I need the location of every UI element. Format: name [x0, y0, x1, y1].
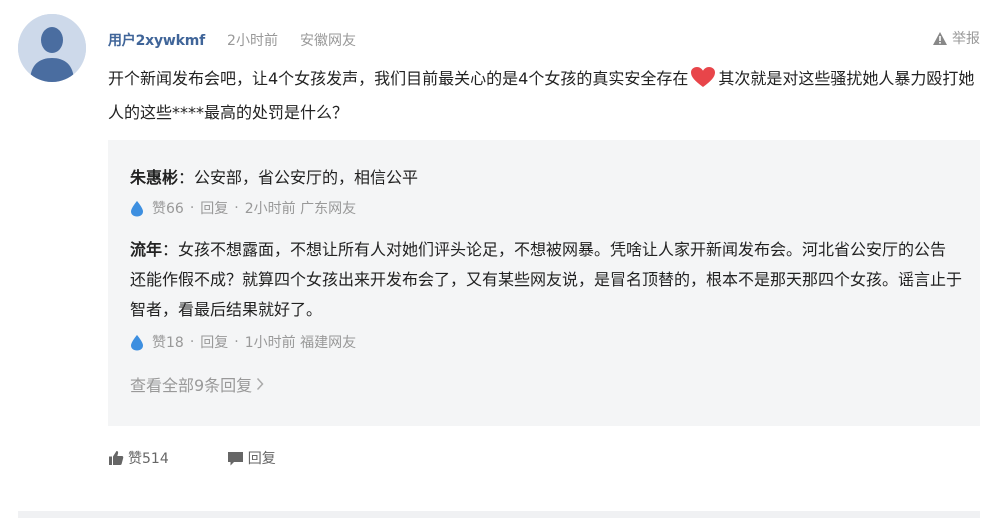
- heart-emoji-icon: [690, 66, 716, 98]
- reply-label: 回复: [247, 451, 276, 467]
- comment-card: 用户2xywkmf 2小时前 安徽网友 举报 开个新闻发布会吧，让4个女孩发声，…: [0, 0, 1000, 518]
- reply-meta: 赞18 · 回复 · 1小时前 福建网友: [130, 331, 962, 353]
- reply-button[interactable]: 回复: [227, 448, 276, 468]
- speech-bubble-icon: [227, 451, 243, 465]
- like-button[interactable]: 赞514: [108, 448, 169, 468]
- reply-content: 女孩不想露面，不想让所有人对她们评头论足，不想被网暴。凭啥让人家开新闻发布会。河…: [130, 240, 963, 319]
- reply-like-count: 赞18: [152, 335, 184, 351]
- comment-time: 2小时前: [227, 33, 278, 49]
- default-user-avatar-icon: [18, 14, 86, 82]
- report-label: 举报: [952, 31, 980, 47]
- warning-triangle-icon: [933, 31, 947, 45]
- reply-text: 朱惠彬：公安部，省公安厅的，相信公平: [130, 163, 962, 193]
- reply-author[interactable]: 朱惠彬: [130, 168, 178, 187]
- reply-reply-button[interactable]: 回复: [200, 332, 228, 352]
- chevron-right-icon: [257, 377, 264, 391]
- reply-author[interactable]: 流年: [130, 240, 162, 259]
- reply-item: 流年：女孩不想露面，不想让所有人对她们评头论足，不想被网暴。凭啥让人家开新闻发布…: [130, 235, 962, 353]
- reply-reply-button[interactable]: 回复: [200, 198, 228, 218]
- reply-like-button[interactable]: [130, 334, 144, 351]
- reply-meta: 赞66 · 回复 · 2小时前 广东网友: [130, 197, 962, 219]
- reply-time-location: 2小时前 广东网友: [244, 201, 357, 217]
- reply-text: 流年：女孩不想露面，不想让所有人对她们评头论足，不想被网暴。凭啥让人家开新闻发布…: [130, 235, 962, 325]
- username-link[interactable]: 用户2xywkmf: [108, 30, 205, 50]
- meta-dot: ·: [189, 334, 195, 350]
- view-all-replies-link[interactable]: 查看全部9条回复: [130, 372, 264, 396]
- thumbs-up-icon: [109, 451, 124, 465]
- meta-dot: ·: [234, 200, 239, 216]
- like-count: 赞514: [128, 451, 169, 467]
- comment-text-part1: 开个新闻发布会吧，让4个女孩发声，我们目前最关心的是4个女孩的真实安全存在: [108, 69, 689, 88]
- comment-body: 开个新闻发布会吧，让4个女孩发声，我们目前最关心的是4个女孩的真实安全存在 其次就…: [108, 64, 980, 128]
- reply-content: 公安部，省公安厅的，相信公平: [194, 168, 419, 187]
- water-drop-icon: [131, 200, 143, 216]
- replies-panel: 朱惠彬：公安部，省公安厅的，相信公平 赞66 · 回复 · 2小时前 广东网友 …: [108, 140, 980, 426]
- comment-actions: 赞514 回复: [108, 448, 276, 468]
- user-avatar[interactable]: [18, 14, 86, 82]
- report-button[interactable]: 举报: [932, 28, 980, 48]
- section-divider: [18, 511, 980, 518]
- comment-location: 安徽网友: [299, 33, 356, 49]
- reply-time-location: 1小时前 福建网友: [244, 335, 357, 351]
- meta-dot: ·: [189, 200, 195, 216]
- view-all-label: 查看全部9条回复: [130, 376, 253, 395]
- meta-dot: ·: [234, 334, 239, 350]
- reply-separator: ：: [178, 168, 195, 187]
- comment-meta: 用户2xywkmf 2小时前 安徽网友: [108, 30, 356, 50]
- reply-like-button[interactable]: [130, 200, 144, 217]
- reply-separator: ：: [162, 240, 179, 259]
- reply-item: 朱惠彬：公安部，省公安厅的，相信公平 赞66 · 回复 · 2小时前 广东网友: [130, 163, 962, 219]
- reply-like-count: 赞66: [152, 201, 184, 217]
- water-drop-icon: [131, 334, 143, 350]
